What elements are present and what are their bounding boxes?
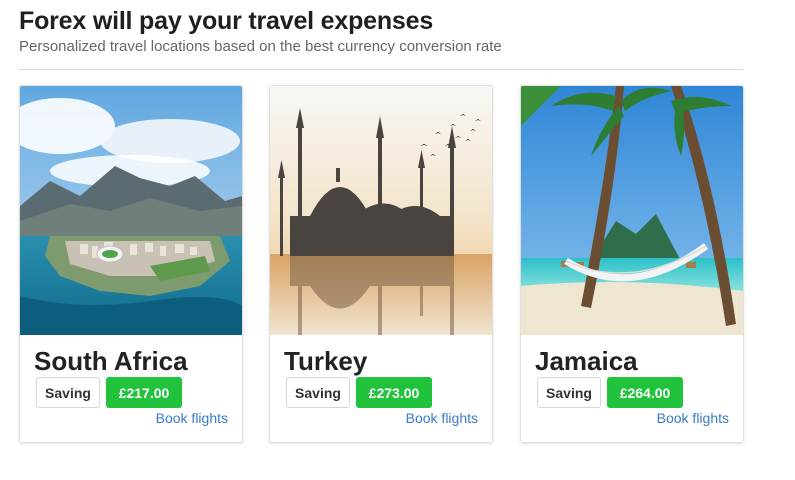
destination-card-turkey[interactable]: Turkey Saving £273.00 Book flights [269,85,493,443]
saving-amount-badge: £217.00 [106,377,182,408]
destination-name: Jamaica [535,346,638,376]
destination-name: Turkey [284,346,368,376]
destination-card-south-africa[interactable]: South Africa Saving £217.00 Book flights [19,85,243,443]
destination-photo-cape-town [20,86,242,335]
page-header: Forex will pay your travel expenses Pers… [19,6,743,56]
saving-amount-badge: £264.00 [607,377,683,408]
destination-name: South Africa [34,346,188,376]
saving-amount-badge: £273.00 [356,377,432,408]
book-flights-link[interactable]: Book flights [156,410,228,426]
destination-photo-tropical-beach [521,86,743,335]
page-title: Forex will pay your travel expenses [19,7,434,35]
book-flights-link[interactable]: Book flights [657,410,729,426]
saving-label: Saving [36,377,100,408]
saving-label: Saving [537,377,601,408]
page-subtitle: Personalized travel locations based on t… [19,38,502,55]
header-divider [19,69,743,70]
destination-photo-istanbul-mosque [270,86,492,335]
destination-card-jamaica[interactable]: Jamaica Saving £264.00 Book flights [520,85,744,443]
saving-label: Saving [286,377,350,408]
book-flights-link[interactable]: Book flights [406,410,478,426]
